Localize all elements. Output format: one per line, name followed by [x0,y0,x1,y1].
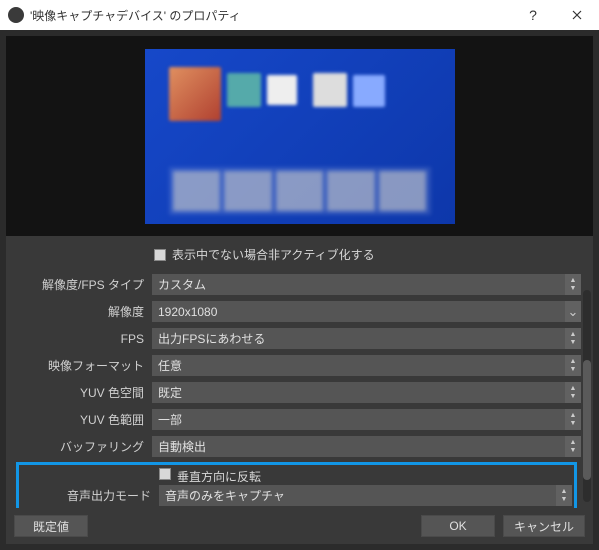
label-audio-output-mode: 音声出力モード [21,487,153,504]
field-yuv-color-range[interactable]: 一部 [152,409,581,430]
field-resolution[interactable]: 1920x1080 [152,301,581,322]
close-icon [572,10,582,20]
value-fps: 出力FPSにあわせる [158,330,561,347]
field-yuv-color-space[interactable]: 既定 [152,382,581,403]
spinner-icon[interactable] [565,274,581,295]
defaults-button[interactable]: 既定値 [14,515,88,537]
spinner-icon[interactable] [565,409,581,430]
spinner-icon[interactable] [565,355,581,376]
checkbox-icon [159,468,171,480]
label-yuv-color-range: YUV 色範囲 [14,411,146,428]
value-audio-output-mode: 音声のみをキャプチャ [165,487,552,504]
dialog-frame: 表示中でない場合非アクティブ化する 解像度/FPS タイプ カスタム 解像度 1… [0,30,599,550]
title-bar: '映像キャプチャデバイス' のプロパティ ? [0,0,599,30]
spinner-icon[interactable] [565,382,581,403]
field-video-format[interactable]: 任意 [152,355,581,376]
spinner-icon[interactable] [556,485,572,506]
value-resolution-fps-type: カスタム [158,276,561,293]
spinner-icon[interactable] [565,436,581,457]
checkbox-label: 表示中でない場合非アクティブ化する [172,246,375,263]
value-video-format: 任意 [158,357,561,374]
highlighted-section: 垂直方向に反転 音声出力モード 音声のみをキャプチャ カスタム音声デバイスを使用… [16,462,577,508]
scrollbar[interactable] [583,290,591,502]
label-resolution: 解像度 [14,303,146,320]
value-buffering: 自動検出 [158,438,561,455]
cancel-button[interactable]: キャンセル [503,515,585,537]
form-area: 表示中でない場合非アクティブ化する 解像度/FPS タイプ カスタム 解像度 1… [6,236,593,508]
value-resolution: 1920x1080 [158,305,561,319]
window-title: '映像キャプチャデバイス' のプロパティ [30,7,511,24]
checkbox-flip-vertical[interactable]: 垂直方向に反転 [19,468,574,482]
checkbox-label: 垂直方向に反転 [177,468,261,482]
field-audio-output-mode[interactable]: 音声のみをキャプチャ [159,485,572,506]
app-icon [8,7,24,23]
value-yuv-color-space: 既定 [158,384,561,401]
button-bar: 既定値 OK キャンセル [6,508,593,544]
close-button[interactable] [555,0,599,30]
chevron-down-icon[interactable] [565,301,581,322]
label-resolution-fps-type: 解像度/FPS タイプ [14,276,146,293]
help-button[interactable]: ? [511,0,555,30]
ok-button[interactable]: OK [421,515,495,537]
label-buffering: バッファリング [14,438,146,455]
field-resolution-fps-type[interactable]: カスタム [152,274,581,295]
value-yuv-color-range: 一部 [158,411,561,428]
label-yuv-color-space: YUV 色空間 [14,384,146,401]
preview-area [6,36,593,236]
checkbox-deactivate-when-hidden[interactable]: 表示中でない場合非アクティブ化する [14,242,581,271]
field-fps[interactable]: 出力FPSにあわせる [152,328,581,349]
label-fps: FPS [14,332,146,346]
checkbox-icon [154,249,166,261]
scrollbar-thumb[interactable] [583,360,591,480]
label-video-format: 映像フォーマット [14,357,146,374]
video-preview [145,49,455,224]
spinner-icon[interactable] [565,328,581,349]
field-buffering[interactable]: 自動検出 [152,436,581,457]
